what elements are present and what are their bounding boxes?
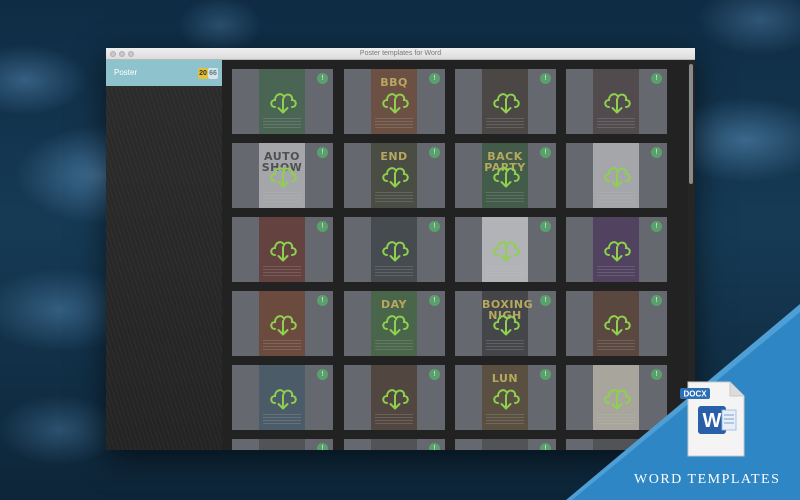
template-grid: ! BBQ!!! AUTO SHOW! END! BACK PARTY!!!!!!! DA… — [222, 60, 688, 450]
lock-icon: ! — [429, 221, 440, 232]
lock-icon: ! — [429, 147, 440, 158]
template-tile[interactable]: ! — [566, 69, 667, 134]
count-badge-secondary: 66 — [208, 68, 218, 79]
cloud-download-icon[interactable] — [268, 235, 298, 263]
cloud-download-icon[interactable] — [602, 87, 632, 115]
template-tile[interactable]: ! — [455, 69, 556, 134]
template-tile[interactable]: ! — [232, 217, 333, 282]
template-tile[interactable]: ! — [344, 439, 445, 450]
cloud-download-icon[interactable] — [380, 87, 410, 115]
count-badge-primary: 20 — [198, 68, 208, 79]
lock-icon: ! — [651, 221, 662, 232]
cloud-download-icon[interactable] — [268, 309, 298, 337]
app-window: Poster templates for Word Poster 20 66 !… — [106, 48, 695, 450]
lock-icon: ! — [317, 443, 328, 450]
lock-icon: ! — [317, 295, 328, 306]
cloud-download-icon[interactable] — [491, 87, 521, 115]
window-title: Poster templates for Word — [359, 50, 442, 57]
cloud-download-icon[interactable] — [268, 87, 298, 115]
cloud-download-icon[interactable] — [602, 161, 632, 189]
lock-icon: ! — [317, 73, 328, 84]
cloud-download-icon[interactable] — [380, 383, 410, 411]
template-tile[interactable]: DAY! — [344, 291, 445, 356]
template-tile[interactable]: LUN! — [455, 365, 556, 430]
cloud-download-icon[interactable] — [602, 383, 632, 411]
lock-icon: ! — [540, 369, 551, 380]
cloud-download-icon[interactable] — [268, 383, 298, 411]
template-tile[interactable]: BOXING NIGH! — [455, 291, 556, 356]
lock-icon: ! — [429, 443, 440, 450]
lock-icon: ! — [540, 147, 551, 158]
cloud-download-icon[interactable] — [268, 161, 298, 189]
template-tile[interactable]: ! — [455, 439, 556, 450]
banner-title: WORD TEMPLATES — [634, 472, 781, 487]
template-tile[interactable]: BBQ! — [344, 69, 445, 134]
cloud-download-icon[interactable] — [602, 235, 632, 263]
lock-icon: ! — [651, 369, 662, 380]
template-tile[interactable]: ! — [232, 69, 333, 134]
docx-tag: DOCX — [683, 390, 707, 399]
template-tile[interactable]: ! — [566, 217, 667, 282]
lock-icon: ! — [540, 221, 551, 232]
lock-icon: ! — [540, 443, 551, 450]
template-tile[interactable]: ! — [344, 217, 445, 282]
template-tile[interactable]: ! — [566, 143, 667, 208]
template-tile[interactable]: ! — [566, 365, 667, 430]
sidebar-item-label: Poster — [114, 68, 138, 77]
template-tile[interactable]: ! — [566, 291, 667, 356]
template-tile[interactable]: ! — [344, 365, 445, 430]
word-letter: W — [703, 410, 722, 432]
lock-icon: ! — [651, 295, 662, 306]
sidebar: Poster 20 66 — [106, 60, 222, 450]
lock-icon: ! — [317, 221, 328, 232]
lock-icon: ! — [429, 295, 440, 306]
lock-icon: ! — [429, 369, 440, 380]
lock-icon: ! — [651, 147, 662, 158]
cloud-download-icon[interactable] — [380, 235, 410, 263]
scrollbar-thumb[interactable] — [689, 64, 693, 184]
cloud-download-icon[interactable] — [602, 309, 632, 337]
cloud-download-icon[interactable] — [491, 161, 521, 189]
template-tile[interactable]: AUTO SHOW! — [232, 143, 333, 208]
cloud-download-icon[interactable] — [491, 383, 521, 411]
lock-icon: ! — [540, 295, 551, 306]
cloud-download-icon[interactable] — [491, 309, 521, 337]
lock-icon: ! — [317, 369, 328, 380]
sidebar-item-poster[interactable]: Poster 20 66 — [106, 60, 222, 86]
template-tile[interactable]: ! — [232, 291, 333, 356]
template-tile[interactable]: ! — [232, 439, 333, 450]
lock-icon: ! — [429, 73, 440, 84]
lock-icon: ! — [540, 73, 551, 84]
lock-icon: ! — [317, 147, 328, 158]
cloud-download-icon[interactable] — [380, 161, 410, 189]
cloud-download-icon[interactable] — [491, 235, 521, 263]
lock-icon: ! — [651, 73, 662, 84]
cloud-download-icon[interactable] — [380, 309, 410, 337]
docx-word-icon: DOCX W — [678, 380, 750, 458]
template-tile[interactable]: ! — [232, 365, 333, 430]
title-bar: Poster templates for Word — [106, 48, 695, 60]
template-tile[interactable]: BACK PARTY! — [455, 143, 556, 208]
template-tile[interactable]: END! — [344, 143, 445, 208]
template-tile[interactable]: ! — [455, 217, 556, 282]
